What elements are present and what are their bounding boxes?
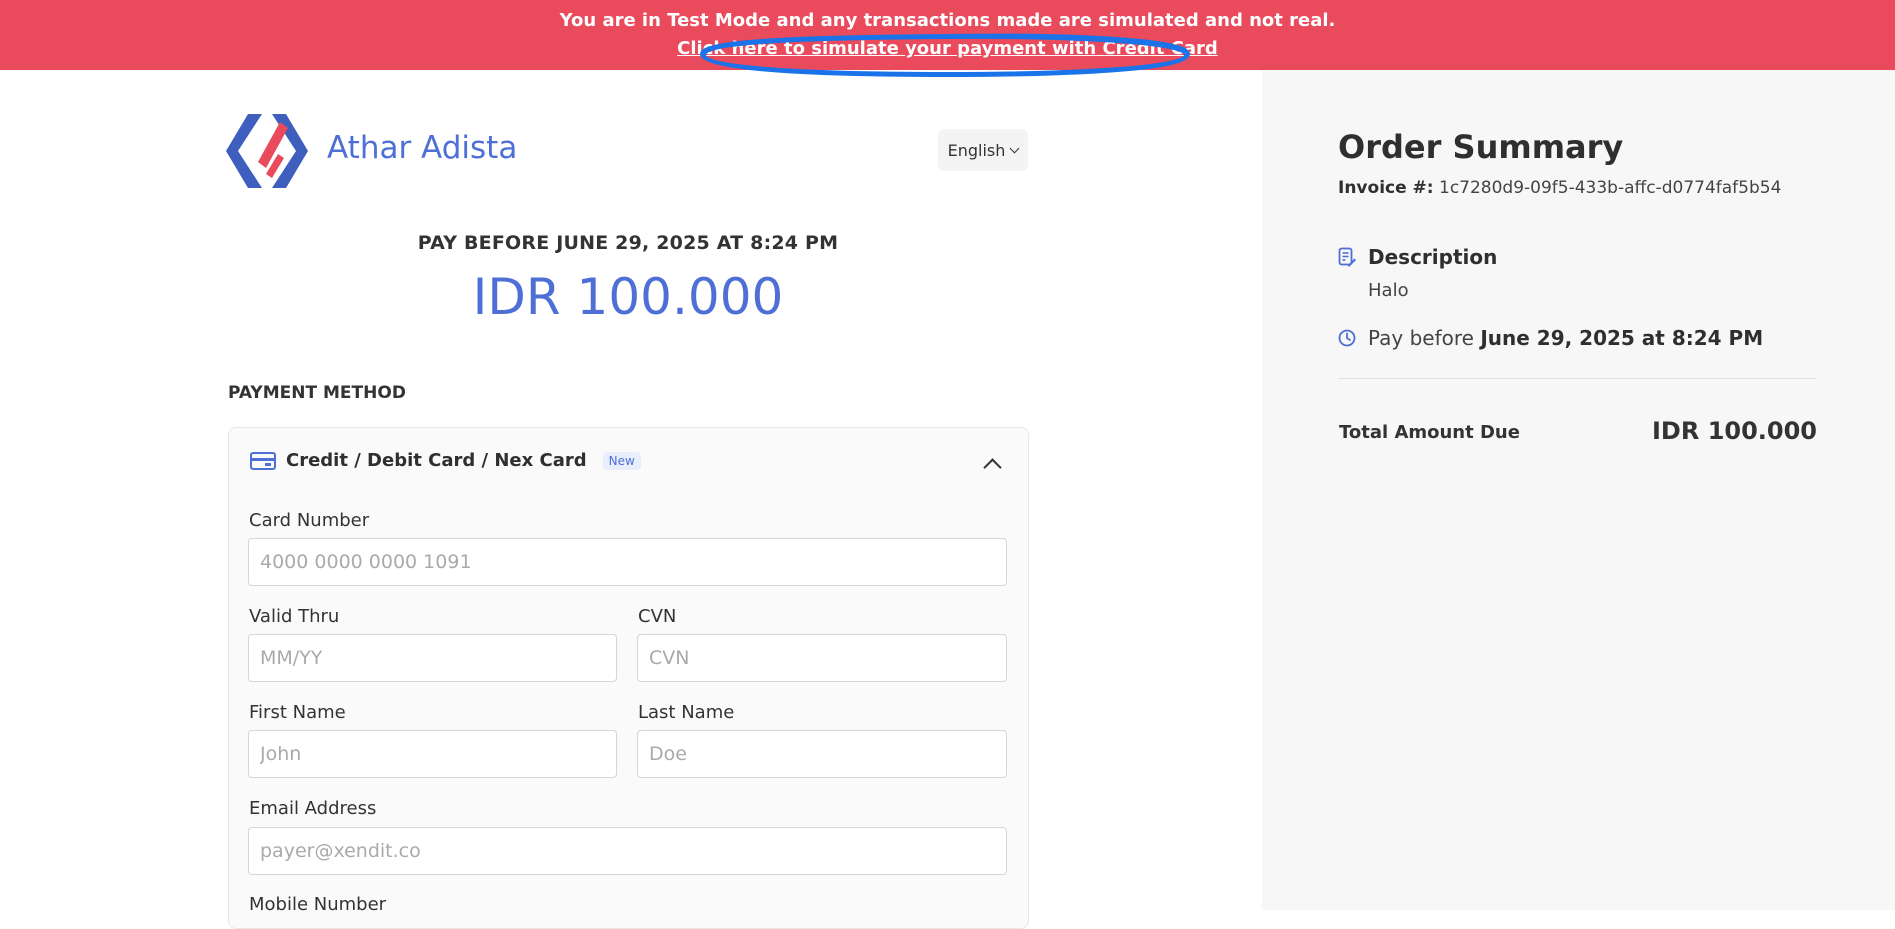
pay-before-date: June 29, 2025 at 8:24 PM	[1480, 326, 1764, 350]
card-method-header[interactable]: Credit / Debit Card / Nex Card New	[250, 450, 641, 471]
simulate-payment-link[interactable]: Click here to simulate your payment with…	[0, 38, 1895, 59]
last-name-label: Last Name	[638, 702, 735, 723]
language-dropdown[interactable]: English	[938, 129, 1028, 171]
collapse-card-section-button[interactable]	[982, 455, 1002, 477]
first-name-label: First Name	[249, 702, 346, 723]
merchant-name: Athar Adista	[327, 130, 518, 166]
invoice-id: 1c7280d9-09f5-433b-affc-d0774faf5b54	[1439, 178, 1782, 198]
cvn-label: CVN	[638, 606, 677, 627]
first-name-input[interactable]	[248, 730, 617, 778]
card-number-input[interactable]	[248, 538, 1007, 586]
valid-thru-input[interactable]	[248, 634, 617, 682]
total-amount-value: IDR 100.000	[1652, 417, 1817, 445]
invoice-label: Invoice #:	[1338, 178, 1434, 198]
last-name-input[interactable]	[637, 730, 1007, 778]
cvn-input[interactable]	[637, 634, 1007, 682]
email-label: Email Address	[249, 798, 377, 819]
document-edit-icon	[1338, 247, 1356, 267]
language-selected: English	[947, 140, 1006, 160]
hexagon-logo-icon	[226, 114, 308, 188]
order-summary-title: Order Summary	[1338, 128, 1624, 166]
invoice-row: Invoice #: 1c7280d9-09f5-433b-affc-d0774…	[1338, 178, 1781, 198]
credit-card-icon	[250, 451, 276, 470]
total-amount-label: Total Amount Due	[1339, 422, 1520, 443]
test-mode-banner: You are in Test Mode and any transaction…	[0, 0, 1895, 70]
mobile-number-label: Mobile Number	[249, 894, 387, 915]
test-mode-notice: You are in Test Mode and any transaction…	[559, 10, 1336, 31]
chevron-down-icon	[1009, 143, 1020, 153]
valid-thru-label: Valid Thru	[249, 606, 340, 627]
new-badge: New	[602, 451, 641, 470]
description-value: Halo	[1368, 280, 1409, 301]
summary-divider	[1338, 378, 1817, 379]
summary-pay-before: Pay before June 29, 2025 at 8:24 PM	[1368, 326, 1763, 350]
payment-amount: IDR 100.000	[472, 268, 784, 326]
card-method-title: Credit / Debit Card / Nex Card	[286, 450, 587, 471]
payment-method-heading: PAYMENT METHOD	[228, 383, 406, 403]
description-heading: Description	[1368, 245, 1498, 269]
clock-icon	[1338, 329, 1356, 347]
pay-before-deadline: PAY BEFORE JUNE 29, 2025 AT 8:24 PM	[417, 232, 839, 254]
email-input[interactable]	[248, 827, 1007, 875]
pay-before-prefix: Pay before	[1368, 326, 1474, 350]
card-number-label: Card Number	[249, 510, 370, 531]
